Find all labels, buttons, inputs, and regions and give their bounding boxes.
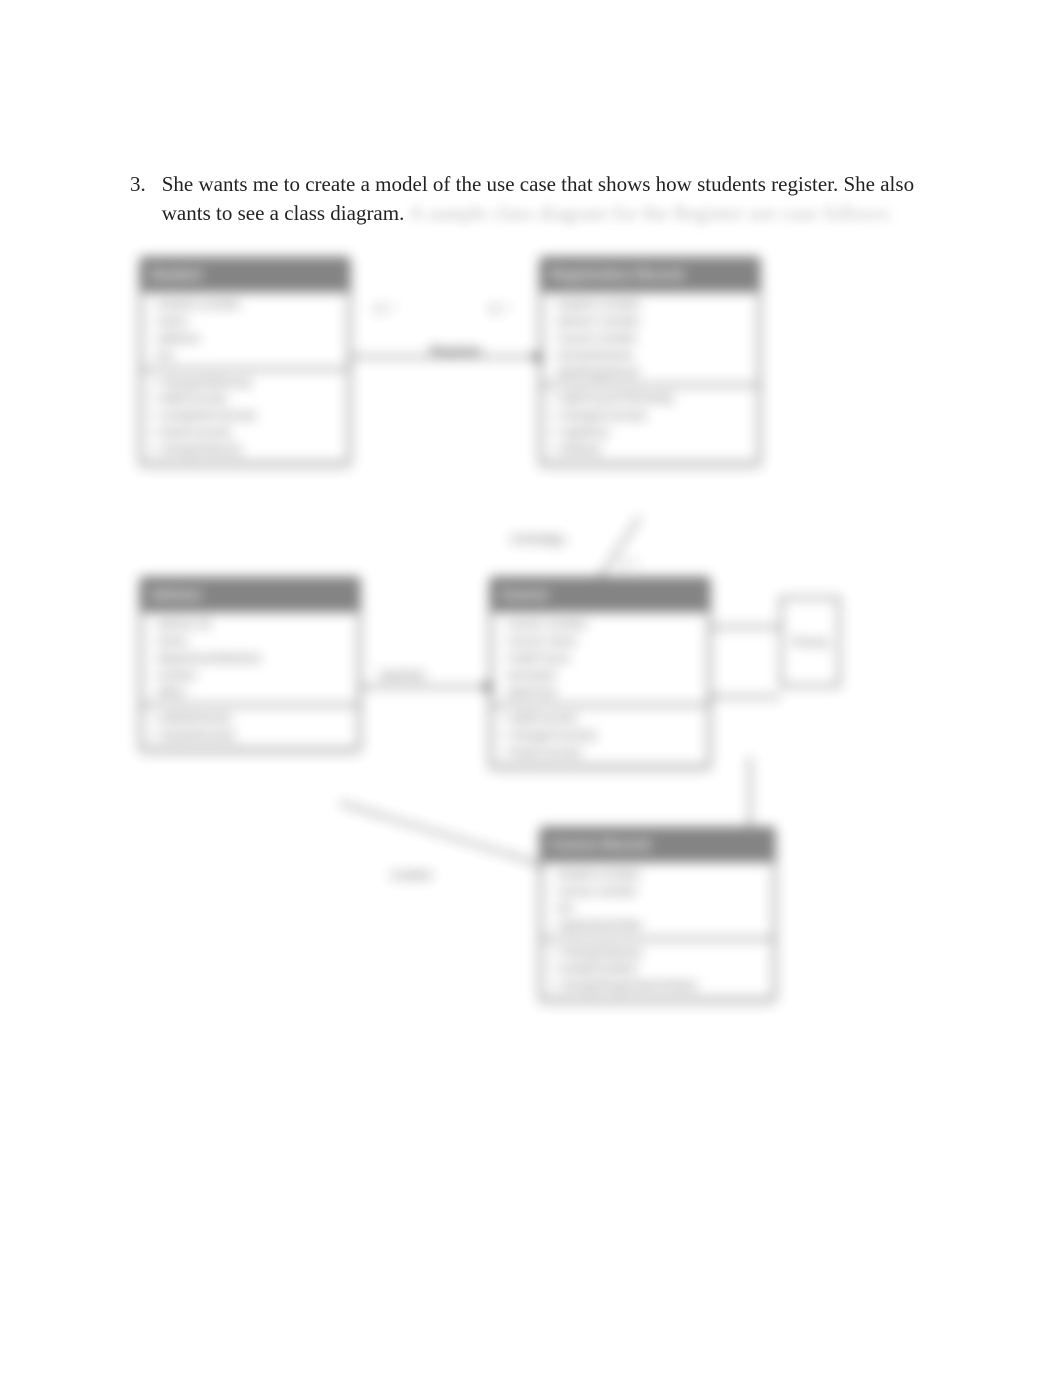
class-registration-record-ops: + addCourseToSched() + changeCourse() + …	[542, 384, 758, 461]
assoc-teaches-label: teaches	[380, 667, 426, 682]
class-course-record-ops: + changeStatus() + assignGrade() + chang…	[542, 938, 773, 998]
class-course-record: Course Record - student number - course …	[540, 827, 775, 1000]
class-registration-record: Registration Record - student number - a…	[540, 257, 760, 464]
assoc-register-label: Register	[430, 343, 482, 358]
question-number: 3.	[130, 170, 146, 229]
question-block: 3. She wants me to create a model of the…	[130, 170, 932, 229]
mult-right: 0..*	[490, 301, 510, 316]
class-student-ops: + changeAddress() + addCourse() + comple…	[142, 368, 348, 462]
class-advisor-title: Advisor	[142, 579, 358, 611]
question-text: She wants me to create a model of the us…	[162, 170, 932, 229]
class-course: Course - course number - course name - c…	[490, 577, 710, 767]
class-student-title: Student	[142, 259, 348, 291]
class-course-ops: + addCourse() + changeCourse() + dropCou…	[492, 704, 708, 764]
class-advisor-ops: + addAdvisee() + dropAdvisee()	[142, 704, 358, 748]
class-registration-record-attrs: - student number - advisor number - cour…	[542, 290, 758, 384]
class-advisor: Advisor - advisor ID - name - department…	[140, 577, 360, 750]
question-blurred-suffix: A sample class diagram for the Register …	[408, 201, 891, 225]
class-course-attrs: - course number - course name - credit h…	[492, 610, 708, 704]
class-course-record-attrs: - student number - course number - etc. …	[542, 860, 773, 937]
class-advisor-attrs: - advisor ID - name - department/divisio…	[142, 610, 358, 704]
svg-text:0..*: 0..*	[620, 556, 638, 570]
class-diagram: 1..* 0..* Student - student number - nam…	[140, 247, 850, 1047]
class-student-attrs: - student number - name - address - etc.	[142, 290, 348, 367]
assoc-creates-label: creates	[390, 867, 433, 882]
prereq-box: Prereq	[780, 597, 840, 687]
class-student: Student - student number - name - addres…	[140, 257, 350, 464]
mult-left: 0..*	[375, 301, 395, 316]
class-course-record-title: Course Record	[542, 829, 773, 861]
assoc-schedule-label: schedule	[510, 531, 562, 546]
class-registration-record-title: Registration Record	[542, 259, 758, 291]
class-course-title: Course	[492, 579, 708, 611]
